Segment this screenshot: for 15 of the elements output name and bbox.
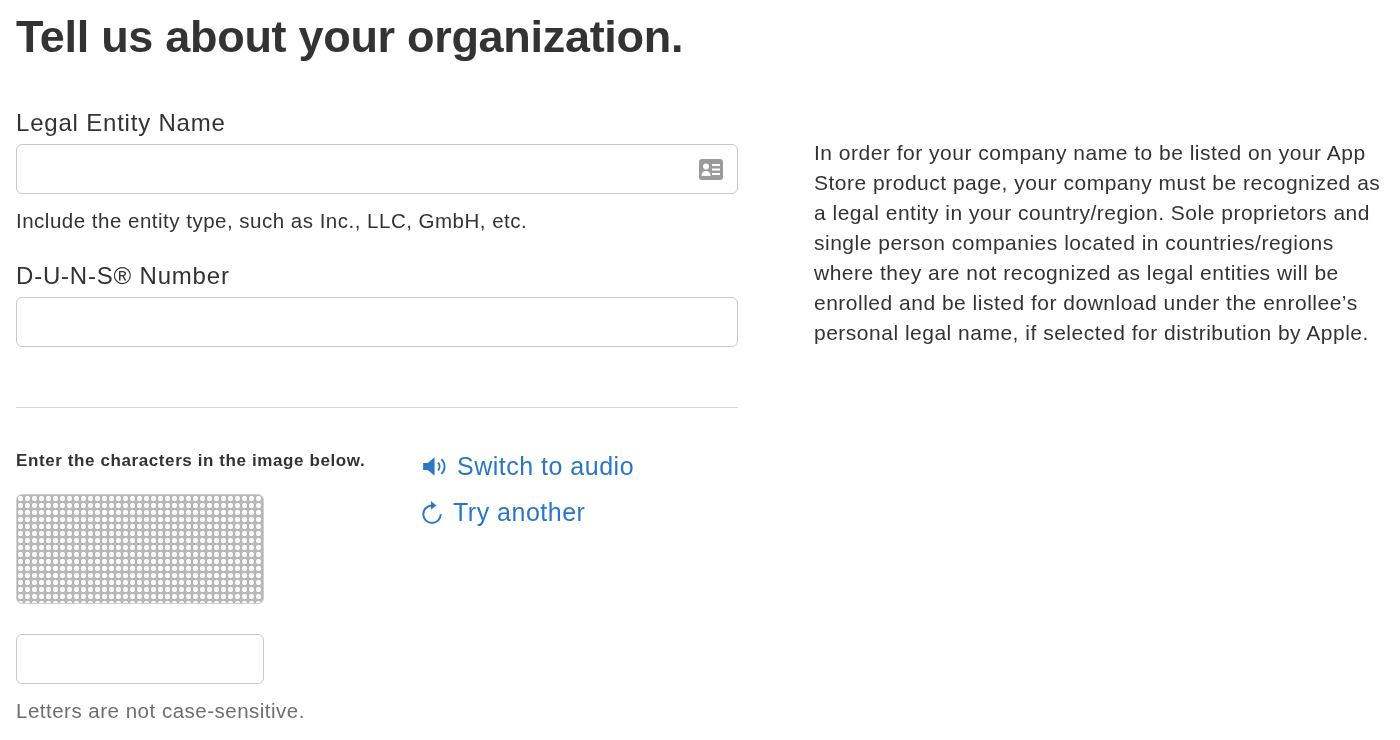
speaker-icon — [422, 455, 446, 477]
captcha-hint: Letters are not case-sensitive. — [16, 699, 305, 723]
field-label: Legal Entity Name — [16, 108, 226, 138]
new-captcha-link[interactable]: Try another — [422, 497, 586, 527]
captcha-field[interactable] — [16, 634, 264, 684]
field-hint: Include the entity type, such as Inc., LLC, GmbH, etc. — [16, 209, 528, 233]
contact-card-icon[interactable] — [699, 158, 723, 180]
info-paragraph: In order for your company name to be listed on your App Store product page, your company must be recognized as a legal entity in your country/region. Sole proprietors and single person companies located in countries/regions where they are not recognized as legal entities will be enrolled and be listed for download under the enrollee’s personal legal name, if selected for distribution by Apple. — [814, 140, 1382, 346]
page-title: Tell us about your organization. — [16, 10, 684, 64]
field-label: D-U-N-S® Number — [16, 261, 230, 291]
audio-link[interactable]: Switch to audio — [422, 451, 635, 481]
text-field[interactable] — [16, 297, 738, 347]
captcha-instruction: Enter the characters in the image below. — [16, 451, 366, 471]
refresh-icon — [422, 500, 442, 524]
text-field[interactable] — [16, 144, 738, 194]
